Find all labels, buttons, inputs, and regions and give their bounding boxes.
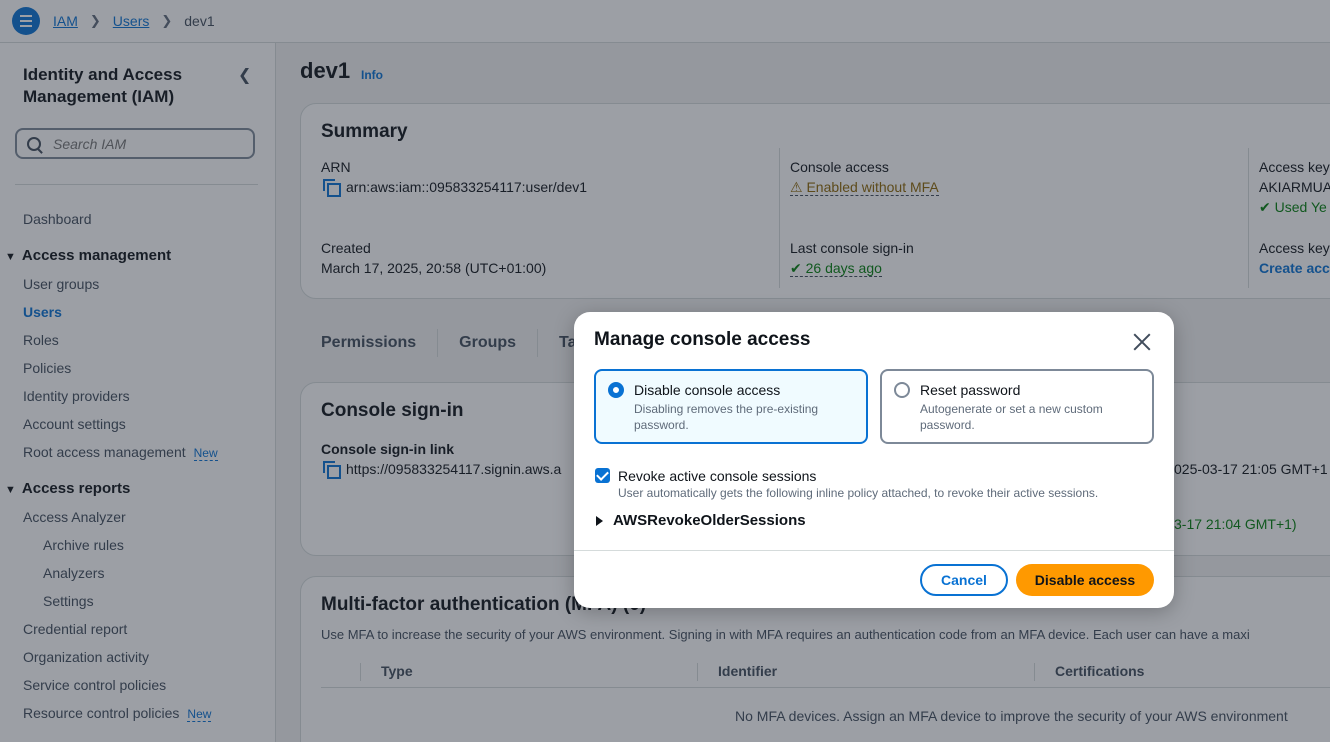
revoke-sessions-description: User automatically gets the following in…	[618, 486, 1099, 500]
caret-right-icon	[596, 515, 603, 526]
option-description: Disabling removes the pre-existing passw…	[634, 402, 819, 432]
option-description: Autogenerate or set a new custom passwor…	[920, 402, 1103, 432]
radio-unselected[interactable]	[894, 382, 910, 398]
radio-selected[interactable]	[608, 382, 624, 398]
policy-name: AWSRevokeOlderSessions	[613, 512, 806, 529]
manage-console-access-modal: Manage console access Disable console ac…	[574, 312, 1174, 608]
option-reset-password[interactable]: Reset password Autogenerate or set a new…	[880, 369, 1154, 444]
modal-footer-divider	[574, 550, 1174, 551]
revoke-sessions-checkbox[interactable]	[595, 468, 610, 483]
modal-title: Manage console access	[594, 329, 811, 350]
disable-access-button[interactable]: Disable access	[1016, 564, 1154, 596]
close-icon[interactable]	[1131, 331, 1153, 353]
policy-expander[interactable]: AWSRevokeOlderSessions	[596, 512, 806, 529]
cancel-button[interactable]: Cancel	[920, 564, 1008, 596]
revoke-sessions-label[interactable]: Revoke active console sessions	[618, 468, 816, 484]
option-label: Disable console access	[634, 382, 781, 398]
option-label: Reset password	[920, 382, 1021, 398]
option-disable-console-access[interactable]: Disable console access Disabling removes…	[594, 369, 868, 444]
